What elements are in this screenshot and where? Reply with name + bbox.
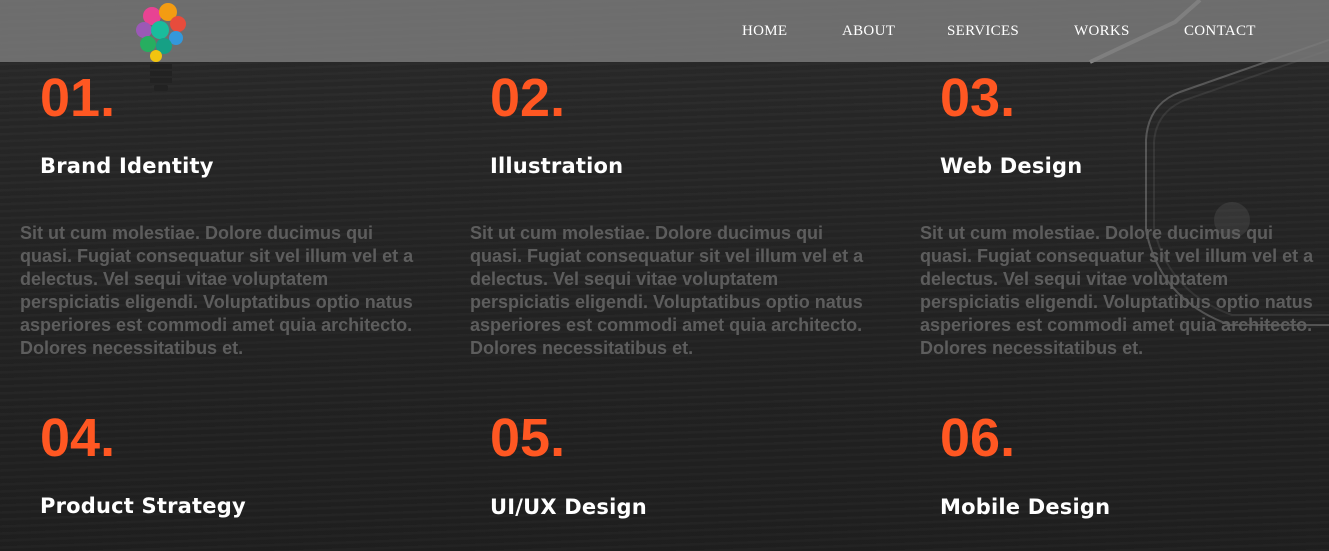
- main-nav: HOME ABOUT SERVICES WORKS CONTACT: [0, 21, 1329, 41]
- service-description: Sit ut cum molestiae. Dolore ducimus qui…: [20, 223, 414, 358]
- service-description: Sit ut cum molestiae. Dolore ducimus qui…: [920, 223, 1314, 358]
- nav-services-link[interactable]: SERVICES: [947, 21, 1019, 41]
- nav-contact-link[interactable]: CONTACT: [1184, 21, 1256, 41]
- service-title: Product Strategy: [40, 494, 246, 518]
- nav-home-link[interactable]: HOME: [742, 21, 787, 41]
- navbar: HOME ABOUT SERVICES WORKS CONTACT: [0, 0, 1329, 62]
- service-number: 04.: [40, 408, 116, 468]
- nav-about-link[interactable]: ABOUT: [842, 21, 895, 41]
- service-number: 01.: [40, 68, 116, 128]
- service-title: Illustration: [490, 154, 624, 178]
- service-number: 06.: [940, 408, 1016, 468]
- service-title: UI/UX Design: [490, 495, 647, 519]
- service-title: Web Design: [940, 154, 1083, 178]
- service-number: 05.: [490, 408, 566, 468]
- nav-works-link[interactable]: WORKS: [1074, 21, 1130, 41]
- service-number: 02.: [490, 68, 566, 128]
- service-title: Mobile Design: [940, 495, 1111, 519]
- service-title: Brand Identity: [40, 154, 214, 178]
- service-number: 03.: [940, 68, 1016, 128]
- service-description: Sit ut cum molestiae. Dolore ducimus qui…: [470, 223, 864, 358]
- lightbulb-logo-icon[interactable]: [130, 0, 192, 96]
